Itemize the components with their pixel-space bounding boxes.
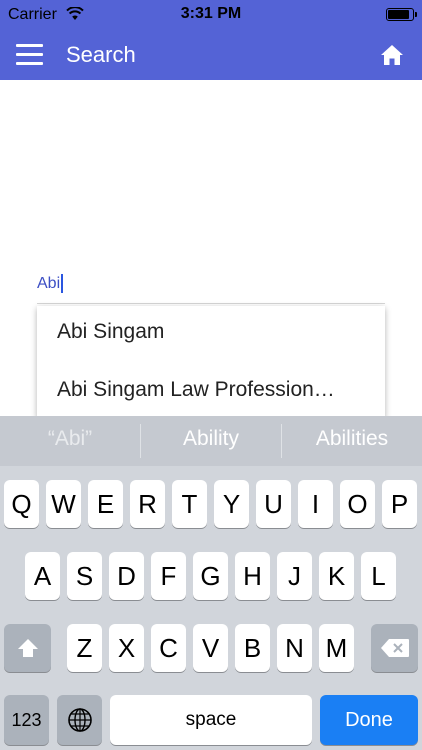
key-j[interactable]: J [277, 552, 312, 600]
globe-icon [67, 708, 92, 732]
home-icon[interactable] [380, 44, 404, 66]
key-u[interactable]: U [256, 480, 291, 528]
key-m[interactable]: M [319, 624, 354, 672]
shift-icon [17, 639, 38, 657]
suggestion-item[interactable]: Abi Singam Law Profession… [57, 378, 367, 402]
suggestions-dropdown: Abi Singam Abi Singam Law Profession… [37, 306, 385, 418]
key-e[interactable]: E [88, 480, 123, 528]
search-field [37, 266, 385, 304]
key-q[interactable]: Q [4, 480, 39, 528]
prediction-literal[interactable]: “Abi” [0, 416, 140, 466]
key-t[interactable]: T [172, 480, 207, 528]
text-caret [61, 274, 63, 293]
delete-key[interactable] [371, 624, 418, 672]
key-x[interactable]: X [109, 624, 144, 672]
status-time: 3:31 PM [180, 5, 242, 22]
key-y[interactable]: Y [214, 480, 249, 528]
key-a[interactable]: A [25, 552, 60, 600]
key-l[interactable]: L [361, 552, 396, 600]
key-b[interactable]: B [235, 624, 270, 672]
keyboard: “Abi” Ability Abilities Q W E R T Y U I … [0, 416, 422, 750]
globe-key[interactable] [57, 695, 102, 745]
key-k[interactable]: K [319, 552, 354, 600]
numbers-key[interactable]: 123 [4, 695, 49, 745]
key-w[interactable]: W [46, 480, 81, 528]
prediction-ability[interactable]: Ability [141, 416, 281, 466]
suggestion-item[interactable]: Abi Singam [57, 320, 367, 344]
key-r[interactable]: R [130, 480, 165, 528]
key-c[interactable]: C [151, 624, 186, 672]
key-v[interactable]: V [193, 624, 228, 672]
key-z[interactable]: Z [67, 624, 102, 672]
search-input[interactable] [37, 266, 385, 302]
key-h[interactable]: H [235, 552, 270, 600]
page-title: Search [66, 42, 136, 67]
key-s[interactable]: S [67, 552, 102, 600]
backspace-icon [380, 639, 409, 657]
key-o[interactable]: O [340, 480, 375, 528]
space-key[interactable]: space [110, 695, 312, 745]
key-g[interactable]: G [193, 552, 228, 600]
battery-icon [386, 8, 417, 21]
prediction-bar: “Abi” Ability Abilities [0, 416, 422, 466]
key-f[interactable]: F [151, 552, 186, 600]
key-n[interactable]: N [277, 624, 312, 672]
key-i[interactable]: I [298, 480, 333, 528]
nav-bar: Search [0, 30, 422, 80]
done-key[interactable]: Done [320, 695, 418, 745]
key-d[interactable]: D [109, 552, 144, 600]
status-bar: Carrier 3:31 PM [0, 0, 422, 30]
prediction-abilities[interactable]: Abilities [282, 416, 422, 466]
shift-key[interactable] [4, 624, 51, 672]
menu-icon[interactable] [16, 44, 43, 66]
key-p[interactable]: P [382, 480, 417, 528]
